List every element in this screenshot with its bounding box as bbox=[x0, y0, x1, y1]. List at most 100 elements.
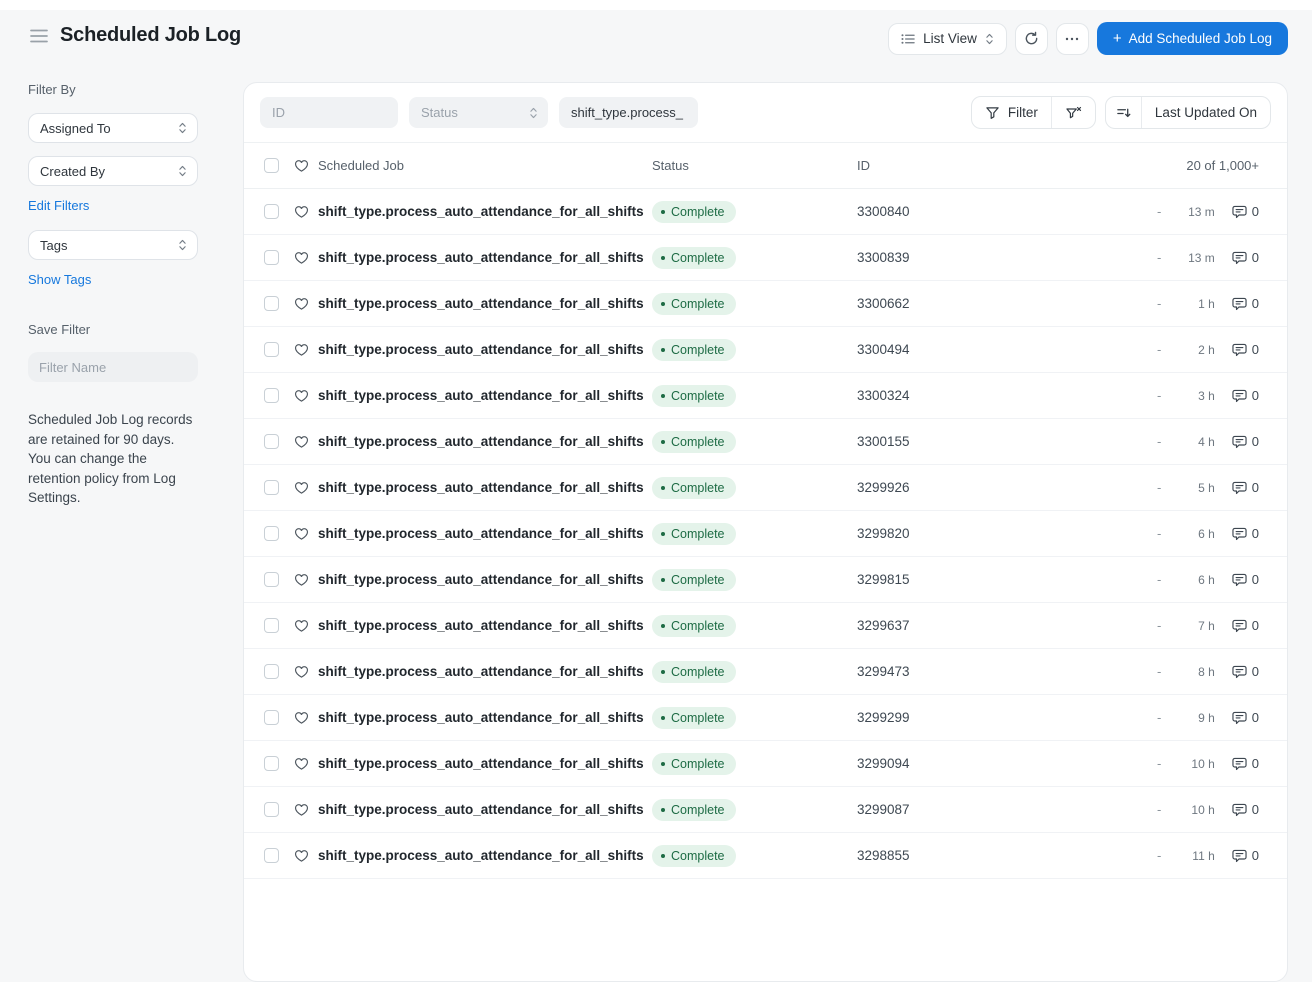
heart-icon[interactable] bbox=[294, 389, 318, 403]
row-checkbox[interactable] bbox=[264, 572, 279, 587]
table-row[interactable]: shift_type.process_auto_attendance_for_a… bbox=[244, 235, 1287, 281]
more-options-button[interactable] bbox=[1055, 22, 1089, 55]
row-checkbox[interactable] bbox=[264, 710, 279, 725]
comment-count[interactable]: 0 bbox=[1232, 342, 1259, 357]
heart-icon[interactable] bbox=[294, 205, 318, 219]
clear-filter-button[interactable] bbox=[1050, 97, 1095, 128]
comment-count[interactable]: 0 bbox=[1232, 572, 1259, 587]
comment-count[interactable]: 0 bbox=[1232, 480, 1259, 495]
hamburger-menu-icon[interactable] bbox=[30, 29, 48, 43]
edit-filters-link[interactable]: Edit Filters bbox=[28, 198, 89, 213]
heart-icon[interactable] bbox=[294, 665, 318, 679]
heart-icon[interactable] bbox=[294, 803, 318, 817]
comment-count[interactable]: 0 bbox=[1232, 296, 1259, 311]
scheduled-job-link[interactable]: shift_type.process_auto_attendance_for_a… bbox=[318, 434, 652, 449]
row-checkbox[interactable] bbox=[264, 250, 279, 265]
scheduled-job-link[interactable]: shift_type.process_auto_attendance_for_a… bbox=[318, 388, 652, 403]
comment-count[interactable]: 0 bbox=[1232, 664, 1259, 679]
status-filter-select[interactable]: Status bbox=[409, 97, 548, 128]
row-checkbox[interactable] bbox=[264, 802, 279, 817]
row-checkbox[interactable] bbox=[264, 526, 279, 541]
scheduled-job-link[interactable]: shift_type.process_auto_attendance_for_a… bbox=[318, 756, 652, 771]
heart-icon[interactable] bbox=[294, 343, 318, 357]
filter-button[interactable]: Filter bbox=[972, 97, 1051, 128]
heart-icon[interactable] bbox=[294, 435, 318, 449]
table-row[interactable]: shift_type.process_auto_attendance_for_a… bbox=[244, 419, 1287, 465]
row-checkbox[interactable] bbox=[264, 618, 279, 633]
assigned-to-select[interactable]: Assigned To bbox=[28, 113, 198, 143]
scheduled-job-link[interactable]: shift_type.process_auto_attendance_for_a… bbox=[318, 618, 652, 633]
scheduled-job-link[interactable]: shift_type.process_auto_attendance_for_a… bbox=[318, 250, 652, 265]
filter-name-input[interactable] bbox=[28, 352, 198, 382]
comment-count[interactable]: 0 bbox=[1232, 434, 1259, 449]
scheduled-job-link[interactable]: shift_type.process_auto_attendance_for_a… bbox=[318, 342, 652, 357]
scheduled-job-link[interactable]: shift_type.process_auto_attendance_for_a… bbox=[318, 296, 652, 311]
scheduled-job-link[interactable]: shift_type.process_auto_attendance_for_a… bbox=[318, 572, 652, 587]
id-filter-input[interactable] bbox=[260, 97, 398, 128]
heart-icon[interactable] bbox=[294, 527, 318, 541]
heart-icon[interactable] bbox=[294, 481, 318, 495]
scheduled-job-link[interactable]: shift_type.process_auto_attendance_for_a… bbox=[318, 204, 652, 219]
status-badge: Complete bbox=[652, 614, 736, 637]
heart-icon[interactable] bbox=[294, 251, 318, 265]
refresh-button[interactable] bbox=[1014, 22, 1048, 55]
row-checkbox[interactable] bbox=[264, 342, 279, 357]
table-row[interactable]: shift_type.process_auto_attendance_for_a… bbox=[244, 603, 1287, 649]
comment-count[interactable]: 0 bbox=[1232, 848, 1259, 863]
scheduled-job-filter-input[interactable] bbox=[559, 97, 698, 128]
row-checkbox[interactable] bbox=[264, 756, 279, 771]
scheduled-job-link[interactable]: shift_type.process_auto_attendance_for_a… bbox=[318, 848, 652, 863]
heart-icon[interactable] bbox=[294, 711, 318, 725]
heart-icon[interactable] bbox=[294, 757, 318, 771]
row-checkbox[interactable] bbox=[264, 664, 279, 679]
row-checkbox[interactable] bbox=[264, 848, 279, 863]
record-count[interactable]: 20 of 1,000+ bbox=[1186, 158, 1259, 173]
scheduled-job-link[interactable]: shift_type.process_auto_attendance_for_a… bbox=[318, 710, 652, 725]
column-header-scheduled-job[interactable]: Scheduled Job bbox=[318, 158, 652, 173]
scheduled-job-link[interactable]: shift_type.process_auto_attendance_for_a… bbox=[318, 480, 652, 495]
row-checkbox[interactable] bbox=[264, 296, 279, 311]
row-checkbox[interactable] bbox=[264, 480, 279, 495]
table-row[interactable]: shift_type.process_auto_attendance_for_a… bbox=[244, 327, 1287, 373]
status-cell: Complete bbox=[652, 752, 857, 775]
tags-select[interactable]: Tags bbox=[28, 230, 198, 260]
comment-count[interactable]: 0 bbox=[1232, 526, 1259, 541]
created-by-select[interactable]: Created By bbox=[28, 156, 198, 186]
row-checkbox[interactable] bbox=[264, 204, 279, 219]
heart-icon[interactable] bbox=[294, 619, 318, 633]
scheduled-job-link[interactable]: shift_type.process_auto_attendance_for_a… bbox=[318, 526, 652, 541]
column-header-id[interactable]: ID bbox=[857, 158, 1157, 173]
table-row[interactable]: shift_type.process_auto_attendance_for_a… bbox=[244, 557, 1287, 603]
heart-icon[interactable] bbox=[294, 573, 318, 587]
show-tags-link[interactable]: Show Tags bbox=[28, 272, 91, 287]
comment-count[interactable]: 0 bbox=[1232, 250, 1259, 265]
row-checkbox[interactable] bbox=[264, 434, 279, 449]
table-row[interactable]: shift_type.process_auto_attendance_for_a… bbox=[244, 281, 1287, 327]
heart-icon[interactable] bbox=[294, 297, 318, 311]
add-scheduled-job-log-button[interactable]: + Add Scheduled Job Log bbox=[1096, 22, 1288, 55]
table-row[interactable]: shift_type.process_auto_attendance_for_a… bbox=[244, 465, 1287, 511]
column-header-status[interactable]: Status bbox=[652, 158, 857, 173]
row-checkbox[interactable] bbox=[264, 388, 279, 403]
comment-count[interactable]: 0 bbox=[1232, 618, 1259, 633]
sort-direction-button[interactable] bbox=[1106, 97, 1141, 128]
select-all-checkbox[interactable] bbox=[264, 158, 279, 173]
table-row[interactable]: shift_type.process_auto_attendance_for_a… bbox=[244, 741, 1287, 787]
view-switcher-button[interactable]: List View bbox=[888, 22, 1007, 55]
table-row[interactable]: shift_type.process_auto_attendance_for_a… bbox=[244, 373, 1287, 419]
comment-count[interactable]: 0 bbox=[1232, 756, 1259, 771]
scheduled-job-link[interactable]: shift_type.process_auto_attendance_for_a… bbox=[318, 664, 652, 679]
table-row[interactable]: shift_type.process_auto_attendance_for_a… bbox=[244, 695, 1287, 741]
table-row[interactable]: shift_type.process_auto_attendance_for_a… bbox=[244, 189, 1287, 235]
heart-icon[interactable] bbox=[294, 849, 318, 863]
sort-field-button[interactable]: Last Updated On bbox=[1140, 97, 1270, 128]
table-row[interactable]: shift_type.process_auto_attendance_for_a… bbox=[244, 649, 1287, 695]
scheduled-job-link[interactable]: shift_type.process_auto_attendance_for_a… bbox=[318, 802, 652, 817]
comment-count[interactable]: 0 bbox=[1232, 710, 1259, 725]
comment-count[interactable]: 0 bbox=[1232, 204, 1259, 219]
table-row[interactable]: shift_type.process_auto_attendance_for_a… bbox=[244, 833, 1287, 879]
table-row[interactable]: shift_type.process_auto_attendance_for_a… bbox=[244, 511, 1287, 557]
comment-count[interactable]: 0 bbox=[1232, 802, 1259, 817]
comment-count[interactable]: 0 bbox=[1232, 388, 1259, 403]
table-row[interactable]: shift_type.process_auto_attendance_for_a… bbox=[244, 787, 1287, 833]
